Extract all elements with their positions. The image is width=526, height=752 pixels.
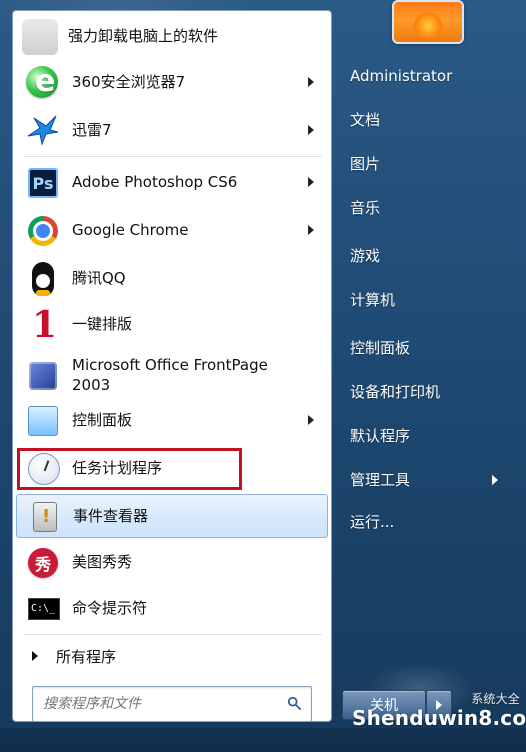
right-item-games[interactable]: 游戏 (350, 242, 520, 270)
photoshop-icon: Ps (22, 162, 62, 202)
right-item-label: 管理工具 (350, 471, 411, 489)
right-item-label: 控制面板 (350, 339, 411, 357)
frontpage-icon-shape (29, 362, 57, 390)
right-item-computer[interactable]: 计算机 (350, 286, 520, 314)
left-item-cmd[interactable]: C:\_ 命令提示符 (16, 586, 328, 630)
right-item-label: 文档 (350, 111, 381, 129)
meitu-icon: 秀 (22, 542, 62, 582)
search-input[interactable] (41, 688, 275, 720)
chevron-right-icon (308, 77, 314, 87)
left-item-onekey[interactable]: 1 一键排版 (16, 302, 328, 346)
left-pane-separator (24, 156, 322, 157)
left-item-event-viewer[interactable]: 事件查看器 (16, 494, 328, 538)
left-item-photoshop[interactable]: Ps Adobe Photoshop CS6 (16, 160, 328, 204)
browser-e-icon (22, 62, 62, 102)
chevron-right-icon (308, 415, 314, 425)
chevron-right-icon (308, 125, 314, 135)
right-item-label: 设备和打印机 (350, 383, 441, 401)
left-item-chrome[interactable]: Google Chrome (16, 208, 328, 252)
triangle-right-icon (32, 651, 38, 661)
qq-penguin-icon (22, 258, 62, 298)
highlight-rectangle (17, 448, 242, 490)
right-item-default-programs[interactable]: 默认程序 (350, 422, 520, 450)
chevron-right-icon (308, 225, 314, 235)
left-item-control-panel[interactable]: 控制面板 (16, 398, 328, 442)
right-item-label: 图片 (350, 155, 381, 173)
right-item-label: 音乐 (350, 199, 381, 217)
right-item-label: 运行... (350, 513, 395, 531)
blurred-app-icon (22, 19, 58, 55)
thunder-bird-icon-svg (27, 115, 59, 146)
frontpage-icon (22, 355, 62, 395)
meitu-icon-shape: 秀 (28, 548, 58, 578)
left-item-label: Adobe Photoshop CS6 (72, 173, 238, 191)
chrome-icon (22, 210, 62, 250)
event-viewer-icon-shape (33, 502, 57, 532)
right-item-label: Administrator (350, 67, 453, 85)
all-programs-button[interactable]: 所有程序 (24, 641, 314, 671)
right-item-label: 默认程序 (350, 427, 411, 445)
taskbar-strip (0, 728, 526, 752)
left-item-frontpage[interactable]: Microsoft Office FrontPage 2003 (16, 350, 328, 400)
number-one-icon: 1 (22, 304, 62, 344)
thunder-bird-icon (22, 110, 62, 150)
control-panel-icon (22, 400, 62, 440)
right-item-pictures[interactable]: 图片 (350, 150, 520, 178)
right-item-control-panel[interactable]: 控制面板 (350, 334, 520, 362)
left-item-label: 360安全浏览器7 (72, 73, 186, 91)
watermark-text: Shenduwin8.com (352, 706, 526, 730)
left-pane-separator (24, 634, 322, 635)
left-item-label-stack: Microsoft Office FrontPage 2003 (72, 355, 268, 395)
right-item-user[interactable]: Administrator (350, 62, 520, 90)
left-item-label: 控制面板 (72, 411, 133, 429)
watermark-small: 系统大全 (471, 692, 520, 706)
left-item-thunder[interactable]: 迅雷7 (16, 108, 328, 152)
all-programs-label: 所有程序 (56, 647, 117, 666)
chevron-right-icon (492, 475, 498, 485)
left-item-label: 命令提示符 (72, 599, 148, 617)
control-panel-icon-shape (28, 406, 58, 436)
photoshop-icon-shape: Ps (28, 168, 58, 198)
left-item-label: 腾讯QQ (72, 269, 126, 287)
left-item-label: 一键排版 (72, 315, 133, 333)
left-item-360browser[interactable]: 360安全浏览器7 (16, 60, 328, 104)
right-item-label: 游戏 (350, 247, 381, 265)
avatar-flower-icon (414, 12, 442, 40)
right-item-music[interactable]: 音乐 (350, 194, 520, 222)
left-item-label-line1: Microsoft Office FrontPage (72, 356, 268, 374)
number-one-icon-shape: 1 (32, 304, 58, 346)
command-prompt-icon: C:\_ (22, 588, 62, 628)
search-icon[interactable] (287, 696, 301, 710)
left-item-label-line2: 2003 (72, 376, 111, 394)
left-item-qq[interactable]: 腾讯QQ (16, 256, 328, 300)
right-item-label: 计算机 (350, 291, 396, 309)
left-item-label: 美图秀秀 (72, 553, 133, 571)
qq-penguin-icon-shape (32, 262, 54, 296)
command-prompt-icon-shape: C:\_ (28, 598, 60, 620)
event-viewer-icon (23, 496, 63, 536)
chrome-icon-shape (28, 216, 58, 246)
left-item-label: Google Chrome (72, 221, 189, 239)
browser-e-icon-shape (26, 66, 58, 98)
chevron-right-icon (308, 177, 314, 187)
right-item-admin-tools[interactable]: 管理工具 (350, 466, 520, 494)
left-item-label: 迅雷7 (72, 121, 112, 139)
right-item-devices-printers[interactable]: 设备和打印机 (350, 378, 520, 406)
left-item-label: 强力卸载电脑上的软件 (68, 27, 219, 45)
right-item-documents[interactable]: 文档 (350, 106, 520, 134)
left-item-uninstall[interactable]: 强力卸载电脑上的软件 (16, 14, 328, 58)
start-menu-frame: 强力卸载电脑上的软件 360安全浏览器7 迅雷7 Ps Adobe Photos… (0, 0, 526, 752)
left-item-meitu[interactable]: 秀 美图秀秀 (16, 540, 328, 584)
start-search-box[interactable] (32, 686, 312, 722)
left-item-label: 事件查看器 (73, 507, 149, 525)
right-item-run[interactable]: 运行... (350, 508, 520, 536)
user-avatar (392, 0, 464, 44)
